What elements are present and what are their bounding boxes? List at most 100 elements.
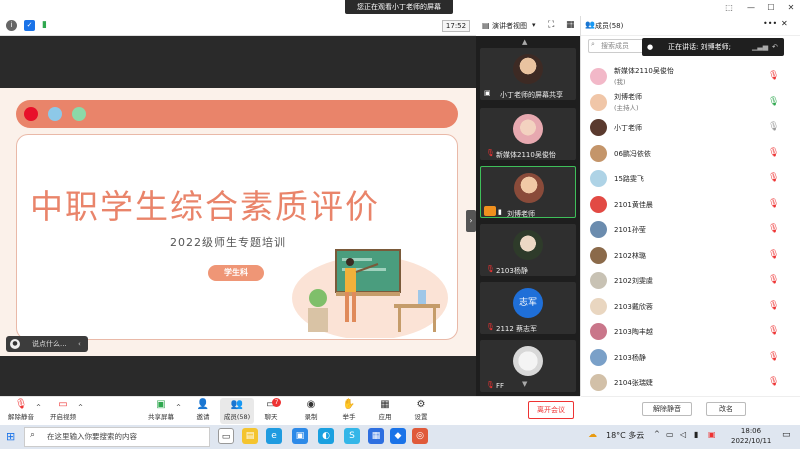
video-tile[interactable]: 🎙 2103杨静 xyxy=(480,224,576,276)
tencent-docs-icon[interactable]: ▦ xyxy=(368,428,384,444)
mic-muted-icon[interactable]: 🎙 xyxy=(768,325,779,337)
view-mode-button[interactable]: 演讲者视图 xyxy=(492,21,527,31)
mic-muted-icon[interactable]: 🎙 xyxy=(768,70,779,82)
participant-row[interactable]: 2102林璐 🎙 xyxy=(590,245,790,267)
volume-icon[interactable]: ◁ xyxy=(680,430,686,439)
rename-button[interactable]: 改名 xyxy=(706,402,746,416)
settings-button[interactable]: ⚙ 设置 xyxy=(404,398,438,424)
meeting-app-icon[interactable]: ◆ xyxy=(390,428,406,444)
avatar xyxy=(590,221,607,238)
avatar xyxy=(513,230,543,260)
store-icon[interactable]: ▣ xyxy=(292,428,308,444)
file-explorer-icon[interactable]: ▤ xyxy=(242,428,258,444)
system-clock[interactable]: 18:06 2022/10/11 xyxy=(731,426,771,446)
record-button[interactable]: ◉ 录制 xyxy=(294,398,328,424)
start-video-label: 开启视频 xyxy=(50,413,76,421)
task-view-icon[interactable]: ▭ xyxy=(218,428,234,444)
mic-muted-icon[interactable]: 🎙 xyxy=(768,172,779,184)
participant-row[interactable]: 2104张瑞婕 🎙 xyxy=(590,372,790,394)
chevron-up-icon[interactable]: ^ xyxy=(176,404,181,411)
minimize-icon[interactable]: — xyxy=(744,2,758,14)
host-icon xyxy=(484,206,496,216)
video-tile[interactable]: 🎙 FF xyxy=(480,340,576,392)
video-tile-active-speaker[interactable]: ▮ 刘博老师 xyxy=(480,166,576,218)
collapse-panel-button[interactable]: › xyxy=(466,210,476,232)
participant-name: 2102刘雯虞 xyxy=(614,277,653,285)
unmute-all-button[interactable]: 解除静音 xyxy=(642,402,692,416)
avatar xyxy=(590,348,607,366)
share-banner[interactable]: 您正在观看小丁老师的屏幕 xyxy=(345,0,453,14)
browser-icon[interactable]: S xyxy=(344,428,360,444)
chevron-up-icon[interactable]: ▲ xyxy=(522,38,527,46)
pin-icon[interactable]: ⬚ xyxy=(722,2,736,14)
mic-muted-icon[interactable]: 🎙 xyxy=(768,147,779,159)
participant-row[interactable]: 15路雯飞 🎙 xyxy=(590,168,790,190)
video-tile[interactable]: 志军 🎙 2112 蔡志军 xyxy=(480,282,576,334)
chevron-left-icon[interactable]: ‹ xyxy=(78,336,81,352)
fullscreen-icon[interactable]: ⛶ xyxy=(548,20,554,30)
mic-muted-icon[interactable]: 🎙 xyxy=(768,249,779,261)
unmute-button[interactable]: 🎙 解除静音 xyxy=(4,398,38,424)
avatar xyxy=(590,119,607,136)
reply-icon[interactable]: ↶ xyxy=(772,38,778,56)
members-button[interactable]: 👥 成员(58) xyxy=(220,398,254,424)
battery-icon[interactable]: ▮ xyxy=(694,430,698,439)
tile-label: FF xyxy=(496,382,505,390)
info-icon[interactable]: i xyxy=(6,20,17,31)
chat-button[interactable]: ▭ 聊天 xyxy=(254,398,288,424)
network-icon[interactable]: ▭ xyxy=(666,430,674,439)
taskbar-search-input[interactable]: 在这里输入你要搜索的内容 xyxy=(24,427,210,447)
mic-muted-icon[interactable]: 🎙 xyxy=(768,300,779,312)
weather-text[interactable]: 18°C 多云 xyxy=(606,430,644,441)
video-tile[interactable]: 🎙 新媒体2110吴俊怡 xyxy=(480,108,576,160)
apps-button[interactable]: ▦ 应用 xyxy=(368,398,402,424)
mic-icon[interactable]: 🎙 xyxy=(768,96,779,108)
invite-button[interactable]: 👤 邀请 xyxy=(186,398,220,424)
app-icon[interactable]: ◐ xyxy=(318,428,334,444)
edge-icon[interactable]: e xyxy=(266,428,282,444)
layout-icon[interactable]: ▦ xyxy=(566,20,575,30)
participant-row[interactable]: 06鹏冯依依 🎙 xyxy=(590,143,790,165)
notification-icon[interactable]: ▭ xyxy=(782,430,791,440)
participant-row[interactable]: 2101孙莹 🎙 xyxy=(590,219,790,241)
avatar xyxy=(590,170,607,187)
participant-row[interactable]: 新媒体2110吴俊怡 (我) 🎙 xyxy=(590,66,790,88)
mic-muted-icon[interactable]: 🎙 xyxy=(768,198,779,210)
close-icon[interactable]: ✕ xyxy=(784,2,798,14)
mic-muted-icon[interactable]: 🎙 xyxy=(768,274,779,286)
chevron-up-icon[interactable]: ^ xyxy=(78,404,83,411)
avatar xyxy=(590,297,607,315)
video-tile[interactable]: ▣ 小丁老师的屏幕共享 xyxy=(480,48,576,100)
chevron-down-icon[interactable]: ▾ xyxy=(532,21,536,29)
participant-row[interactable]: 2101黄佳晨 🎙 xyxy=(590,194,790,216)
participant-row[interactable]: 小丁老师 🎙 xyxy=(590,117,790,139)
comment-input[interactable]: ● 说点什么... ‹ xyxy=(6,336,88,352)
participant-row[interactable]: 2103陶丰越 🎙 xyxy=(590,321,790,343)
chevron-down-icon[interactable]: ▼ xyxy=(522,380,527,388)
leave-meeting-button[interactable]: 离开会议 xyxy=(528,401,574,419)
mic-muted-icon[interactable]: 🎙 xyxy=(768,121,779,133)
windows-start-icon[interactable]: ⊞ xyxy=(6,430,15,444)
participant-row[interactable]: 2102刘雯虞 🎙 xyxy=(590,270,790,292)
mic-muted-icon[interactable]: 🎙 xyxy=(768,351,779,363)
start-video-button[interactable]: ▭ 开启视频 xyxy=(46,398,80,424)
chevron-up-icon[interactable]: ^ xyxy=(36,404,41,411)
shield-icon[interactable]: ✓ xyxy=(24,20,35,31)
input-method-icon[interactable]: ▣ xyxy=(708,430,716,439)
avatar xyxy=(590,195,607,213)
speaker-view-icon[interactable]: ▤ xyxy=(482,21,490,30)
participant-row[interactable]: 刘博老师 (主持人) 🎙 xyxy=(590,92,790,114)
mic-muted-icon[interactable]: 🎙 xyxy=(768,376,779,388)
participant-row[interactable]: 2103戴欣蓉 🎙 xyxy=(590,296,790,318)
close-panel-icon[interactable]: ✕ xyxy=(781,19,788,28)
participant-row[interactable]: 2103杨静 🎙 xyxy=(590,347,790,369)
chat-label: 聊天 xyxy=(264,413,278,421)
mic-muted-icon[interactable]: 🎙 xyxy=(768,223,779,235)
raise-hand-button[interactable]: ✋ 举手 xyxy=(332,398,366,424)
maximize-icon[interactable]: ☐ xyxy=(764,2,778,14)
avatar: 志军 xyxy=(513,288,543,318)
tray-chevron-icon[interactable]: ^ xyxy=(654,430,660,438)
pinned-app-icon[interactable]: ◎ xyxy=(412,428,428,444)
share-screen-button[interactable]: ▣ 共享屏幕 xyxy=(144,398,178,424)
more-options-icon[interactable]: ••• xyxy=(763,19,777,28)
